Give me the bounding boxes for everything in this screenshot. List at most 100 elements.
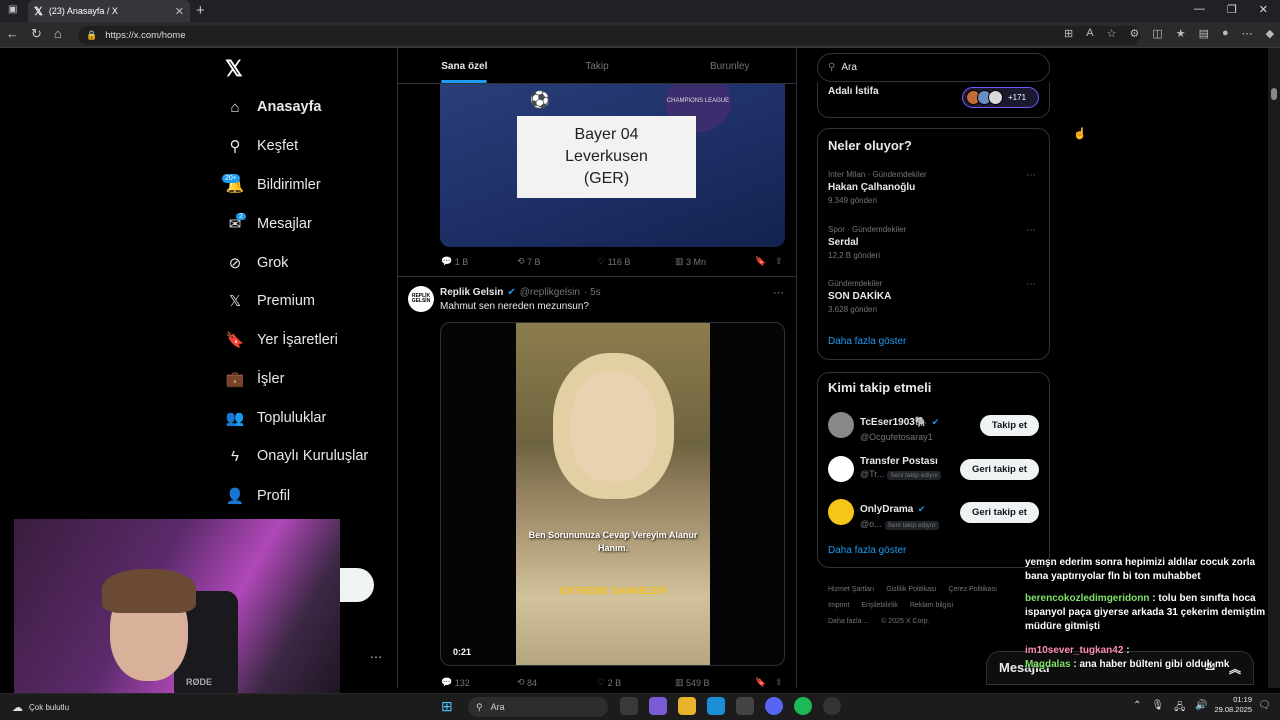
favorites-icon[interactable]: ★ bbox=[1176, 27, 1186, 40]
like-button[interactable]: ♡ 116 B bbox=[597, 256, 675, 267]
app-icon[interactable]: ⊞ bbox=[1064, 27, 1073, 40]
read-aloud-icon[interactable]: A bbox=[1086, 27, 1093, 40]
like-button[interactable]: ♡ 2 B bbox=[597, 677, 675, 688]
sidebar-item-explore[interactable]: ⚲ Keşfet bbox=[226, 137, 299, 155]
tweet-author-handle[interactable]: @replikgelsin bbox=[520, 287, 580, 298]
repost-button[interactable]: ⟲ 7 B bbox=[517, 256, 597, 267]
split-screen-icon[interactable]: ◫ bbox=[1152, 27, 1162, 40]
extensions-icon[interactable]: ⚙ bbox=[1129, 27, 1139, 40]
volume-icon[interactable]: 🔊 bbox=[1195, 700, 1207, 717]
tab-actions-icon[interactable]: ▣ bbox=[8, 4, 17, 15]
profile-avatar[interactable]: ● bbox=[1222, 27, 1229, 40]
live-title[interactable]: Adalı İstifa bbox=[828, 86, 879, 97]
tweet-image[interactable]: ⚽ CHAMPIONS LEAGUE Bayer 04 Leverkusen (… bbox=[440, 84, 785, 247]
obs-icon[interactable] bbox=[823, 697, 841, 715]
share-button[interactable]: ⇪ bbox=[775, 256, 783, 267]
follow-suggestion[interactable]: OnlyDrama ✔ @o... Seni takip ediyor bbox=[828, 499, 939, 530]
account-name: OnlyDrama bbox=[860, 504, 914, 515]
trend-item[interactable]: Spor · Gündemdekiler Serdal 12,2 B gönde… bbox=[828, 225, 906, 260]
footer-link[interactable]: Hizmet Şartları bbox=[828, 586, 874, 593]
follow-back-button[interactable]: Geri takip et bbox=[960, 502, 1039, 523]
scrollbar-thumb[interactable] bbox=[1271, 88, 1277, 100]
collections-icon[interactable]: ▤ bbox=[1199, 27, 1209, 40]
tweet-video[interactable]: Ben Sorununuza Cevap Vereyim Alanur Hanı… bbox=[440, 322, 785, 666]
trend-more-icon[interactable]: ⋯ bbox=[1026, 170, 1036, 181]
weather-widget[interactable]: ☁ Çok bulutlu bbox=[12, 701, 69, 714]
sidebar-item-home[interactable]: ⌂ Anasayfa bbox=[226, 98, 321, 116]
file-explorer-icon[interactable] bbox=[678, 697, 696, 715]
footer-link[interactable]: Daha fazla ... bbox=[828, 618, 869, 625]
chevron-up-icon[interactable]: ⌃ bbox=[1133, 700, 1141, 717]
tab-following[interactable]: Takip bbox=[531, 48, 664, 83]
sidebar-item-premium[interactable]: 𝕏 Premium bbox=[226, 292, 315, 310]
sidebar-item-bookmarks[interactable]: 🔖 Yer İşaretleri bbox=[226, 331, 338, 349]
bookmark-button[interactable]: 🔖 bbox=[755, 677, 775, 688]
sidebar-item-profile[interactable]: 👤 Profil bbox=[226, 487, 290, 505]
account-more-icon[interactable]: ⋯ bbox=[370, 650, 382, 664]
browser-tab[interactable]: 𝕏 (23) Anasayfa / X ✕ bbox=[28, 0, 190, 22]
footer-link[interactable]: Reklam bilgisi bbox=[910, 602, 953, 609]
bookmark-button[interactable]: 🔖 bbox=[755, 256, 775, 267]
live-participants-pill[interactable]: +171 bbox=[962, 87, 1039, 108]
footer-link[interactable]: Erişilebilirlik bbox=[861, 602, 898, 609]
post-button[interactable] bbox=[338, 568, 374, 602]
sidebar-item-grok[interactable]: ⊘ Grok bbox=[226, 254, 289, 272]
refresh-icon[interactable]: ↻ bbox=[31, 26, 42, 42]
follow-button[interactable]: Takip et bbox=[980, 415, 1039, 436]
more-menu-icon[interactable]: ⋯ bbox=[1242, 27, 1253, 40]
show-more-trends-link[interactable]: Daha fazla göster bbox=[828, 336, 906, 347]
new-tab-button[interactable]: + bbox=[196, 2, 205, 19]
back-icon[interactable]: ← bbox=[6, 26, 19, 42]
taskbar-search[interactable]: ⚲ Ara bbox=[468, 697, 608, 717]
trend-item[interactable]: Gündemdekiler SON DAKİKA 3.628 gönderi bbox=[828, 279, 891, 314]
windows-start-icon[interactable]: ⊞ bbox=[441, 698, 453, 715]
sidebar-item-jobs[interactable]: 💼 İşler bbox=[225, 370, 285, 388]
copilot-app-icon[interactable] bbox=[649, 697, 667, 715]
briefcase-icon: 💼 bbox=[225, 371, 245, 388]
trend-item[interactable]: Inter Milan · Gündemdekiler Hakan Çalhan… bbox=[828, 170, 927, 205]
sidebar-item-verified-orgs[interactable]: ϟ Onaylı Kuruluşlar bbox=[226, 447, 368, 465]
views-button[interactable]: ▥ 549 B bbox=[675, 677, 755, 688]
sidebar-item-notifications[interactable]: 🔔 Bildirimler bbox=[226, 176, 321, 194]
tweet-time[interactable]: · 5s bbox=[584, 287, 601, 298]
share-button[interactable]: ⇪ bbox=[775, 677, 783, 688]
follow-suggestion[interactable]: TcEser1903🐘 ✔ @Ocgufetosaray1 bbox=[828, 412, 939, 442]
network-icon[interactable]: 🖧 bbox=[1174, 700, 1185, 717]
minimize-icon[interactable]: — bbox=[1194, 3, 1205, 16]
footer-link[interactable]: Gizlilik Politikası bbox=[886, 586, 936, 593]
views-button[interactable]: ▥ 3 Mn bbox=[675, 256, 755, 267]
footer-link[interactable]: Çerez Politikası bbox=[948, 586, 997, 593]
sidebar-item-communities[interactable]: 👥 Topluluklar bbox=[226, 409, 327, 427]
follow-suggestion[interactable]: Transfer Postası @Tr... Seni takip ediyor bbox=[828, 456, 942, 482]
discord-icon[interactable] bbox=[765, 697, 783, 715]
spotify-icon[interactable] bbox=[794, 697, 812, 715]
show-more-follow-link[interactable]: Daha fazla göster bbox=[828, 545, 906, 556]
microphone-icon[interactable]: 🎙 bbox=[1151, 700, 1164, 717]
task-view-icon[interactable] bbox=[620, 697, 638, 715]
close-window-icon[interactable]: ✕ bbox=[1259, 3, 1268, 16]
trend-more-icon[interactable]: ⋯ bbox=[1026, 225, 1036, 236]
tab-for-you[interactable]: Sana özel bbox=[398, 48, 531, 83]
repost-button[interactable]: ⟲ 84 bbox=[517, 677, 597, 688]
reply-button[interactable]: 💬 132 bbox=[441, 677, 517, 688]
follow-back-button[interactable]: Geri takip et bbox=[960, 459, 1039, 480]
avatar[interactable]: REPLİK GELSİN bbox=[408, 286, 434, 312]
footer-link[interactable]: Imprint bbox=[828, 602, 849, 609]
address-bar[interactable]: 🔒 https://x.com/home bbox=[78, 26, 1140, 45]
notification-center-icon[interactable]: 🗨 bbox=[1258, 700, 1271, 711]
tab-burunley[interactable]: Burunley bbox=[663, 48, 796, 83]
tweet-author-name[interactable]: Replik Gelsin bbox=[440, 287, 503, 298]
x-logo[interactable]: 𝕏 bbox=[225, 56, 243, 82]
close-tab-icon[interactable]: ✕ bbox=[175, 5, 184, 18]
taskbar-clock[interactable]: 01:19 29.08.2025 bbox=[1212, 695, 1252, 715]
store-icon[interactable] bbox=[736, 697, 754, 715]
trend-more-icon[interactable]: ⋯ bbox=[1026, 279, 1036, 290]
edge-icon[interactable] bbox=[707, 697, 725, 715]
favorite-star-icon[interactable]: ☆ bbox=[1107, 27, 1117, 40]
copilot-icon[interactable]: ◆ bbox=[1266, 27, 1274, 40]
search-input[interactable]: ⚲ Ara bbox=[817, 53, 1050, 82]
home-browser-icon[interactable]: ⌂ bbox=[54, 26, 62, 42]
reply-button[interactable]: 💬 1 B bbox=[441, 256, 517, 267]
maximize-icon[interactable]: ❐ bbox=[1227, 3, 1237, 16]
more-options-icon[interactable]: ⋯ bbox=[773, 286, 784, 299]
